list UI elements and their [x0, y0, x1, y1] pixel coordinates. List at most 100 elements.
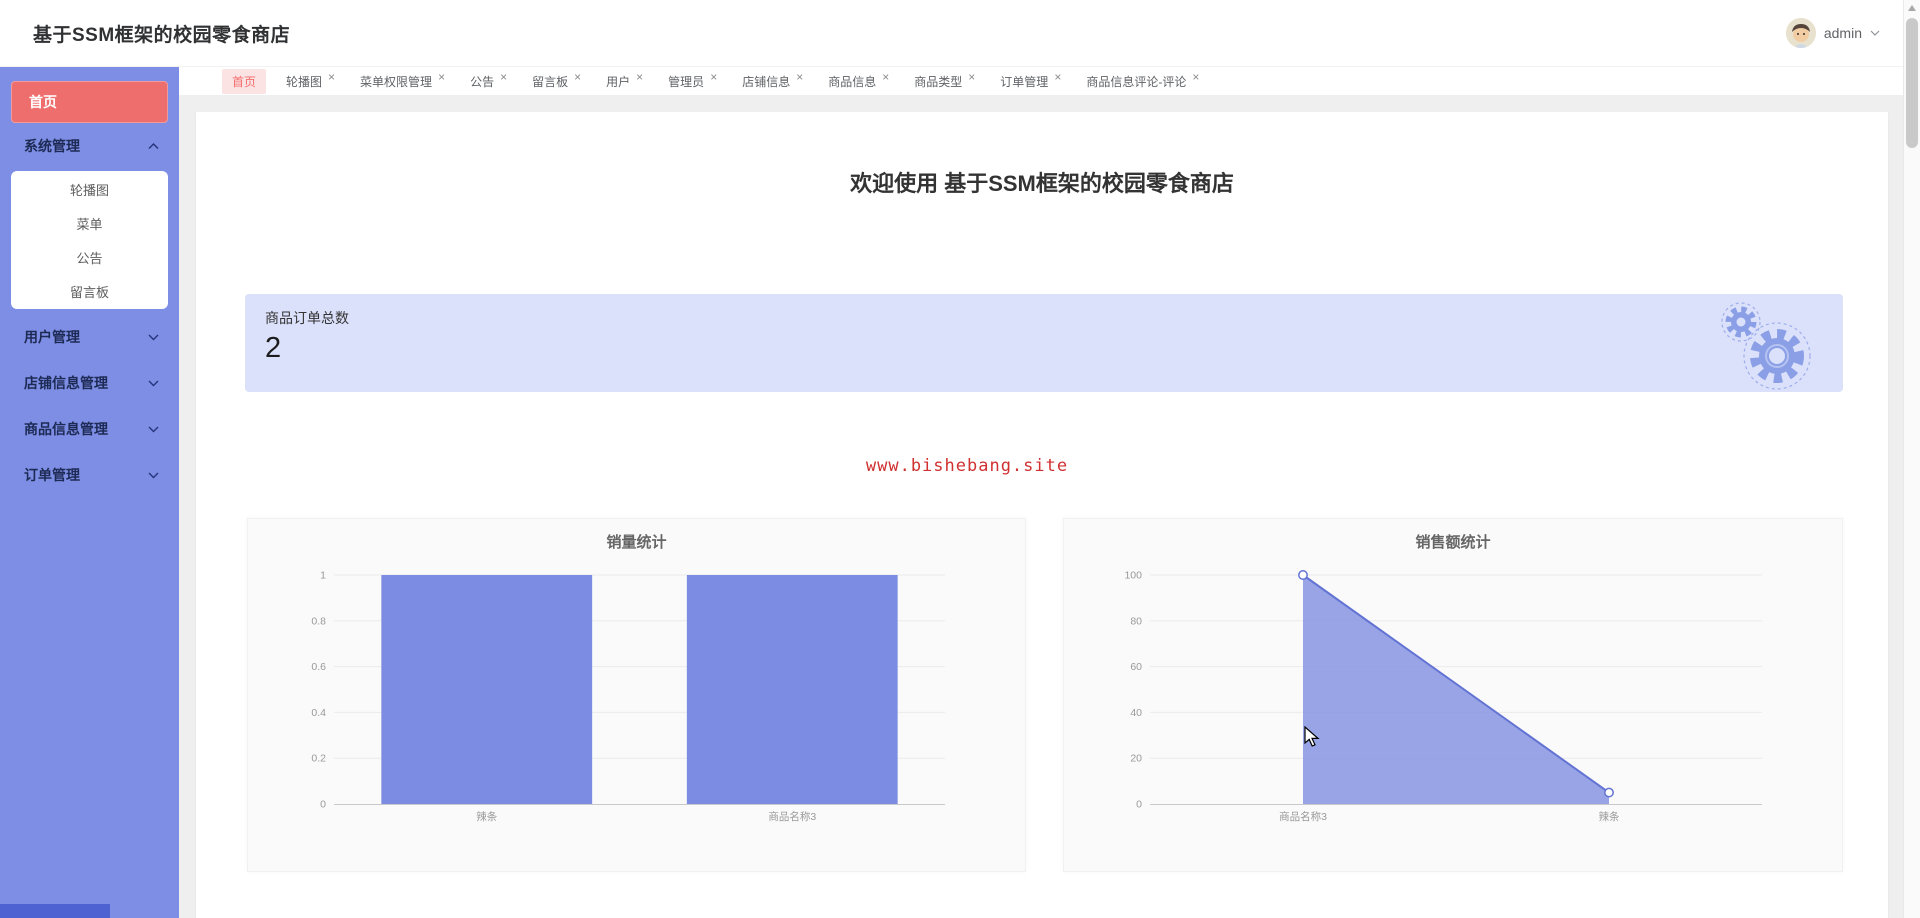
app-title: 基于SSM框架的校园零食商店 [33, 24, 291, 46]
sidebar-group-用户管理[interactable]: 用户管理 [0, 314, 179, 360]
sidebar-group-label: 系统管理 [24, 138, 80, 154]
chevron-down-icon [148, 380, 159, 386]
x-category-label: 商品名称3 [768, 810, 816, 823]
x-category-label: 辣条 [1599, 810, 1621, 823]
data-point-辣条[interactable] [1604, 787, 1614, 798]
bar-辣条[interactable] [381, 575, 593, 804]
site-link[interactable]: www.bishebang.site [121, 456, 1813, 476]
tab-label: 店铺信息 [742, 74, 791, 89]
tab-close-icon[interactable]: × [710, 71, 717, 83]
tab-close-icon[interactable]: × [328, 71, 335, 83]
tab-label: 菜单权限管理 [360, 74, 433, 89]
sidebar-subitem-轮播图[interactable]: 轮播图 [11, 172, 168, 206]
tab-订单管理[interactable]: 订单管理 × [995, 69, 1066, 94]
data-point-商品名称3[interactable] [1298, 570, 1308, 580]
tab-bar: 首页 轮播图 × 菜单权限管理 × 公告 × 留言板 × 用户 × 管理员 × 店铺信息 × 商品信息 × 商品类… [179, 67, 1903, 95]
chevron-down-icon [148, 426, 159, 432]
tab-close-icon[interactable]: × [796, 71, 803, 83]
tab-用户[interactable]: 用户 × [601, 69, 648, 94]
sidebar-nav: 首页系统管理轮播图 菜单 公告 留言板用户管理店铺信息管理 商品信息管理 订单管理 [0, 67, 179, 918]
chart-canvas-销量统计: 0 0.2 0.4 0.6 0.8 1 辣条 商品名称3 [311, 570, 945, 823]
y-tick-label: 60 [1130, 661, 1142, 673]
tab-close-icon[interactable]: × [1054, 71, 1061, 83]
y-tick-label: 20 [1130, 753, 1142, 765]
chevron-up-icon [148, 142, 159, 149]
chevron-down-icon [1870, 30, 1880, 36]
welcome-heading: 欢迎使用 基于SSM框架的校园零食商店 [850, 171, 1234, 196]
tab-label: 首页 [232, 74, 257, 89]
sidebar-scrollbar-thumb[interactable] [0, 904, 110, 918]
tab-首页[interactable]: 首页 [222, 68, 267, 94]
x-category-label: 商品名称3 [1279, 810, 1327, 823]
y-tick-label: 80 [1130, 615, 1142, 627]
y-tick-label: 0.4 [311, 707, 326, 719]
tab-label: 商品信息 [828, 74, 877, 89]
sidebar-subitem-公告[interactable]: 公告 [11, 240, 168, 274]
app-header: 基于SSM框架的校园零食商店 admin [0, 0, 1920, 67]
tab-label: 轮播图 [286, 74, 323, 89]
y-tick-label: 0 [320, 799, 326, 811]
y-tick-label: 0.2 [311, 753, 326, 765]
tab-公告[interactable]: 公告 × [465, 69, 512, 94]
y-tick-label: 0.8 [311, 615, 326, 627]
vertical-scrollbar[interactable] [1903, 0, 1920, 918]
scrollbar-up-arrow-icon[interactable] [1908, 5, 1916, 11]
x-category-label: 辣条 [476, 810, 497, 823]
gears-icon [1713, 296, 1817, 392]
tab-label: 公告 [470, 74, 495, 89]
order-total-card: 商品订单总数 2 [245, 294, 1843, 392]
content-card: 欢迎使用 基于SSM框架的校园零食商店 商品订单总数 2 www.bisheba… [196, 112, 1888, 918]
sidebar-subitem-菜单[interactable]: 菜单 [11, 206, 168, 240]
sidebar-group-label: 订单管理 [24, 467, 80, 483]
tab-label: 订单管理 [1000, 74, 1049, 89]
sidebar-group-系统管理[interactable]: 系统管理 [0, 123, 179, 169]
sidebar-group-订单管理[interactable]: 订单管理 [0, 452, 179, 498]
tab-label: 商品信息评论-评论 [1086, 74, 1187, 89]
user-name[interactable]: admin [1824, 25, 1862, 41]
tab-菜单权限管理[interactable]: 菜单权限管理 × [355, 69, 450, 94]
tab-管理员[interactable]: 管理员 × [663, 69, 722, 94]
order-total-value: 2 [265, 332, 282, 364]
y-tick-label: 0 [1136, 799, 1142, 811]
sidebar-subitem-留言板[interactable]: 留言板 [11, 274, 168, 308]
sales-revenue-chart-panel: 销售额统计 0 20 40 60 80 100 商品名称3 辣条 [1063, 518, 1843, 872]
tab-店铺信息[interactable]: 店铺信息 × [737, 69, 808, 94]
tab-商品信息[interactable]: 商品信息 × [823, 69, 894, 94]
sidebar-item-home[interactable]: 首页 [11, 81, 168, 123]
chevron-down-icon [148, 334, 159, 340]
sidebar-group-label: 商品信息管理 [24, 421, 108, 437]
tab-商品信息评论-评论[interactable]: 商品信息评论-评论 × [1081, 69, 1204, 94]
avatar-face-icon [1785, 18, 1816, 48]
y-tick-label: 100 [1124, 570, 1142, 582]
tab-label: 留言板 [532, 74, 569, 89]
scrollbar-thumb[interactable] [1906, 18, 1918, 148]
tab-close-icon[interactable]: × [438, 71, 445, 83]
sidebar-group-label: 店铺信息管理 [24, 375, 108, 391]
tab-close-icon[interactable]: × [574, 71, 581, 83]
main-region: 欢迎使用 基于SSM框架的校园零食商店 商品订单总数 2 www.bisheba… [179, 95, 1903, 918]
tab-留言板[interactable]: 留言板 × [527, 69, 586, 94]
bar-商品名称3[interactable] [686, 575, 898, 804]
y-tick-label: 1 [320, 570, 326, 582]
sales-volume-chart-panel: 销量统计 0 0.2 0.4 0.6 0.8 1 辣条 商品名称3 [247, 518, 1026, 872]
tab-label: 用户 [606, 74, 631, 89]
sidebar-submenu: 轮播图 菜单 公告 留言板 [11, 171, 168, 309]
y-tick-label: 0.6 [311, 661, 326, 673]
chart-canvas-销售额统计: 0 20 40 60 80 100 商品名称3 辣条 [1124, 570, 1762, 823]
y-tick-label: 40 [1130, 707, 1142, 719]
tab-轮播图[interactable]: 轮播图 × [281, 69, 340, 94]
tab-close-icon[interactable]: × [500, 71, 507, 83]
sidebar-group-商品信息管理[interactable]: 商品信息管理 [0, 406, 179, 452]
sidebar-group-店铺信息管理[interactable]: 店铺信息管理 [0, 360, 179, 406]
tab-close-icon[interactable]: × [1192, 71, 1199, 83]
user-menu[interactable]: admin [1785, 18, 1880, 48]
chevron-down-icon [148, 472, 159, 478]
tab-label: 管理员 [668, 74, 705, 89]
sidebar-group-label: 用户管理 [24, 329, 80, 345]
tab-close-icon[interactable]: × [636, 71, 643, 83]
tab-close-icon[interactable]: × [968, 71, 975, 83]
order-total-label: 商品订单总数 [265, 310, 349, 326]
tab-close-icon[interactable]: × [882, 71, 889, 83]
user-avatar[interactable] [1785, 18, 1816, 48]
tab-商品类型[interactable]: 商品类型 × [909, 69, 980, 94]
